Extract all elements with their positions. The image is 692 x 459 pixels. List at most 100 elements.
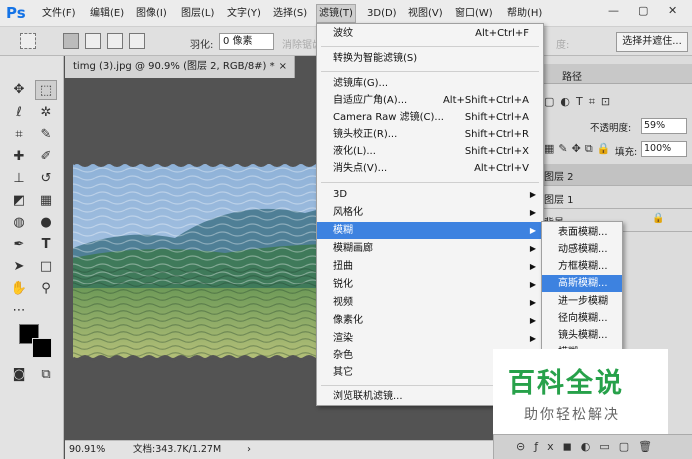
submenu-arrow-icon: ▶ — [529, 244, 536, 253]
submenu-item-lens-blur[interactable]: 镜头模糊... — [542, 327, 622, 344]
zoom-level[interactable]: 90.91% — [69, 441, 105, 459]
menu-item-ripple[interactable]: 波纹 Alt+Ctrl+F — [317, 25, 543, 42]
layer-name: 图层 2 — [544, 172, 574, 183]
menu-item-video[interactable]: 视频 ▶ — [317, 294, 543, 311]
menu-item-camera-raw[interactable]: Camera Raw 滤镜(C)... Shift+Ctrl+A — [317, 109, 543, 126]
layer-filter-icons[interactable]: ▢◐T⌗⊡ — [544, 95, 684, 111]
blur-tool-icon[interactable]: ◍ — [8, 213, 30, 233]
submenu-item-surface-blur[interactable]: 表面模糊... — [542, 224, 622, 241]
path-selection-tool-icon[interactable]: ➤ — [8, 257, 30, 277]
magic-wand-tool-icon[interactable]: ✲ — [35, 103, 57, 123]
pen-tool-icon[interactable]: ✒ — [8, 235, 30, 255]
healing-brush-tool-icon[interactable]: ✚ — [8, 147, 30, 167]
menu-item-convert-smart-filter[interactable]: 转换为智能滤镜(S) — [317, 50, 543, 67]
menu-3d[interactable]: 3D(D) — [367, 6, 397, 22]
submenu-arrow-icon: ▶ — [529, 298, 536, 307]
marquee-tool-preset-icon[interactable] — [20, 33, 36, 49]
menu-image[interactable]: 图像(I) — [136, 6, 167, 22]
lasso-tool-icon[interactable]: ℓ — [8, 103, 30, 123]
status-arrow-icon[interactable]: › — [247, 441, 251, 459]
more-tools-icon[interactable]: ⋯ — [8, 301, 30, 321]
layer-name: 图层 1 — [544, 195, 574, 206]
watermark-subtitle: 助你轻松解决 — [524, 407, 620, 423]
add-to-selection-icon[interactable] — [85, 33, 101, 49]
eyedropper-tool-icon[interactable]: ✎ — [35, 125, 57, 145]
opacity-input[interactable]: 59% — [641, 118, 687, 134]
menu-item-adaptive-wide-angle[interactable]: 自适应广角(A)... Alt+Shift+Ctrl+A — [317, 92, 543, 109]
history-brush-tool-icon[interactable]: ↺ — [35, 169, 57, 189]
document-tab[interactable]: timg (3).jpg @ 90.9% (图层 2, RGB/8#) * × — [65, 56, 295, 78]
submenu-item-box-blur[interactable]: 方框模糊... — [542, 258, 622, 275]
menu-item-blur[interactable]: 模糊 ▶ — [317, 222, 543, 239]
crop-tool-icon[interactable]: ⌗ — [8, 125, 30, 145]
dodge-tool-icon[interactable]: ● — [35, 213, 57, 233]
fill-input[interactable]: 100% — [641, 141, 687, 157]
menu-item-stylize[interactable]: 风格化 ▶ — [317, 204, 543, 221]
submenu-arrow-icon: ▶ — [529, 316, 536, 325]
submenu-arrow-icon: ▶ — [529, 280, 536, 289]
menu-select[interactable]: 选择(S) — [273, 6, 307, 22]
options-fragment-label: 度: — [556, 40, 570, 51]
photoshop-logo: Ps — [6, 4, 26, 22]
submenu-item-radial-blur[interactable]: 径向模糊... — [542, 310, 622, 327]
rectangle-tool-icon[interactable]: □ — [35, 257, 57, 277]
menu-item-blur-gallery[interactable]: 模糊画廊 ▶ — [317, 240, 543, 257]
watermark-title: 百科全说 — [508, 368, 624, 399]
menu-item-render[interactable]: 渲染 ▶ — [317, 330, 543, 347]
status-bar: 90.91% 文档:343.7K/1.27M › — [65, 440, 493, 459]
maximize-icon[interactable]: ▢ — [638, 4, 648, 17]
menu-type[interactable]: 文字(Y) — [227, 6, 261, 22]
opacity-label: 不透明度: — [590, 123, 632, 134]
feather-input[interactable]: 0 像素 — [219, 33, 274, 50]
menu-edit[interactable]: 编辑(E) — [90, 6, 124, 22]
brush-tool-icon[interactable]: ✐ — [35, 147, 57, 167]
lock-icon: 🔒 — [652, 213, 665, 224]
submenu-arrow-icon: ▶ — [529, 334, 536, 343]
rect-marquee-tool-icon[interactable]: ⬚ — [35, 80, 57, 100]
layer-actions-bar[interactable]: ⊝ƒx◼◐▭▢🗑 — [494, 434, 692, 459]
menu-item-vanishing-point[interactable]: 消失点(V)... Alt+Ctrl+V — [317, 160, 543, 177]
menu-item-distort[interactable]: 扭曲 ▶ — [317, 258, 543, 275]
type-tool-icon[interactable]: T — [35, 235, 57, 255]
gradient-tool-icon[interactable]: ▦ — [35, 191, 57, 211]
document-size: 文档:343.7K/1.27M — [133, 444, 222, 455]
menu-item-pixelate[interactable]: 像素化 ▶ — [317, 312, 543, 329]
menu-layer[interactable]: 图层(L) — [181, 6, 214, 22]
submenu-arrow-icon: ▶ — [529, 190, 536, 199]
zoom-tool-icon[interactable]: ⚲ — [35, 279, 57, 299]
menu-window[interactable]: 窗口(W) — [455, 6, 493, 22]
submenu-item-blur-more[interactable]: 进一步模糊 — [542, 293, 622, 310]
subtract-selection-icon[interactable] — [107, 33, 123, 49]
fill-label: 填充: — [615, 147, 638, 158]
tools-panel: ✥ ⬚ ℓ ✲ ⌗ ✎ ✚ ✐ ⊥ ↺ ◩ ▦ ◍ ● ✒ T ➤ □ ✋ ⚲ … — [0, 56, 64, 459]
menu-view[interactable]: 视图(V) — [408, 6, 443, 22]
clone-stamp-tool-icon[interactable]: ⊥ — [8, 169, 30, 189]
menu-file[interactable]: 文件(F) — [42, 6, 76, 22]
menu-item-liquify[interactable]: 液化(L)... Shift+Ctrl+X — [317, 143, 543, 160]
quick-mask-icon[interactable]: ◙ — [8, 365, 30, 385]
submenu-item-gaussian-blur[interactable]: 高斯模糊... — [542, 275, 622, 292]
minimize-icon[interactable]: — — [608, 4, 619, 17]
hand-tool-icon[interactable]: ✋ — [8, 279, 30, 299]
menu-item-lens-correction[interactable]: 镜头校正(R)... Shift+Ctrl+R — [317, 126, 543, 143]
intersect-selection-icon[interactable] — [129, 33, 145, 49]
new-selection-icon[interactable] — [63, 33, 79, 49]
close-tab-icon[interactable]: × — [279, 61, 287, 72]
submenu-arrow-icon: ▶ — [529, 226, 536, 235]
watermark-overlay: 百科全说 助你轻松解决 — [493, 349, 668, 434]
menu-item-sharpen[interactable]: 锐化 ▶ — [317, 276, 543, 293]
move-tool-icon[interactable]: ✥ — [8, 80, 30, 100]
screen-mode-icon[interactable]: ⧉ — [35, 365, 57, 385]
eraser-tool-icon[interactable]: ◩ — [8, 191, 30, 211]
close-icon[interactable]: ✕ — [668, 4, 677, 17]
menu-item-filter-gallery[interactable]: 滤镜库(G)... — [317, 75, 543, 92]
select-and-mask-button[interactable]: 选择并遮住... — [616, 32, 688, 52]
submenu-item-motion-blur[interactable]: 动感模糊... — [542, 241, 622, 258]
menu-item-3d[interactable]: 3D ▶ — [317, 186, 543, 203]
menu-help[interactable]: 帮助(H) — [507, 6, 542, 22]
menu-filter[interactable]: 滤镜(T) — [316, 4, 356, 23]
tab-paths[interactable]: 路径 — [562, 68, 582, 83]
background-color-swatch[interactable] — [32, 338, 52, 358]
feather-label: 羽化: — [190, 40, 214, 51]
submenu-arrow-icon: ▶ — [529, 208, 536, 217]
